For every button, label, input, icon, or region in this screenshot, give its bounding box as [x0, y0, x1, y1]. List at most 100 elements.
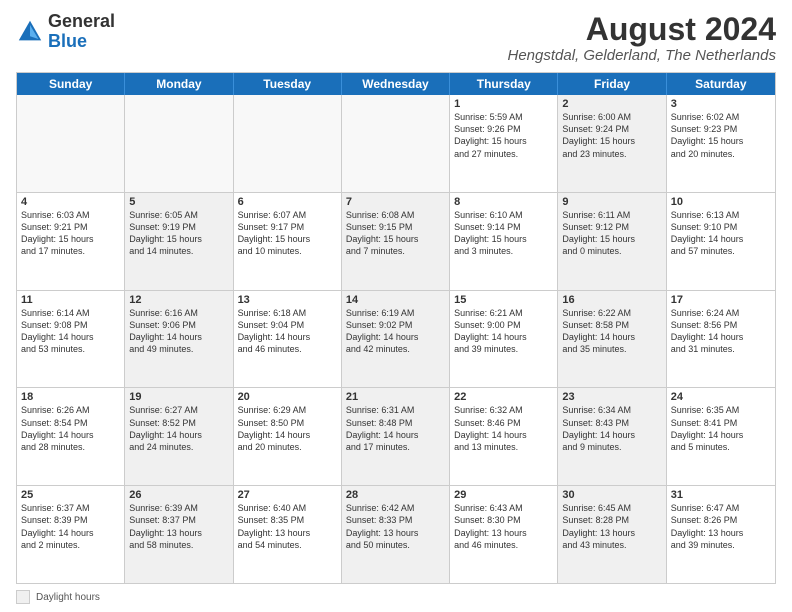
day-info: Sunrise: 6:05 AM Sunset: 9:19 PM Dayligh… [129, 209, 228, 258]
subtitle: Hengstdal, Gelderland, The Netherlands [508, 47, 777, 64]
header-cell-wednesday: Wednesday [342, 73, 450, 95]
header-cell-saturday: Saturday [667, 73, 775, 95]
calendar: SundayMondayTuesdayWednesdayThursdayFrid… [16, 72, 776, 584]
calendar-cell: 12Sunrise: 6:16 AM Sunset: 9:06 PM Dayli… [125, 291, 233, 388]
calendar-cell: 9Sunrise: 6:11 AM Sunset: 9:12 PM Daylig… [558, 193, 666, 290]
calendar-header: SundayMondayTuesdayWednesdayThursdayFrid… [17, 73, 775, 95]
day-info: Sunrise: 6:13 AM Sunset: 9:10 PM Dayligh… [671, 209, 771, 258]
day-number: 7 [346, 196, 445, 208]
calendar-cell [17, 95, 125, 192]
day-number: 9 [562, 196, 661, 208]
day-number: 27 [238, 489, 337, 501]
day-info: Sunrise: 6:42 AM Sunset: 8:33 PM Dayligh… [346, 502, 445, 551]
day-number: 21 [346, 391, 445, 403]
day-info: Sunrise: 6:22 AM Sunset: 8:58 PM Dayligh… [562, 307, 661, 356]
calendar-cell: 28Sunrise: 6:42 AM Sunset: 8:33 PM Dayli… [342, 486, 450, 583]
logo-general: General [48, 11, 115, 31]
day-info: Sunrise: 6:34 AM Sunset: 8:43 PM Dayligh… [562, 404, 661, 453]
header-cell-tuesday: Tuesday [234, 73, 342, 95]
day-number: 29 [454, 489, 553, 501]
day-info: Sunrise: 6:10 AM Sunset: 9:14 PM Dayligh… [454, 209, 553, 258]
day-info: Sunrise: 6:11 AM Sunset: 9:12 PM Dayligh… [562, 209, 661, 258]
header-cell-sunday: Sunday [17, 73, 125, 95]
calendar-cell: 8Sunrise: 6:10 AM Sunset: 9:14 PM Daylig… [450, 193, 558, 290]
calendar-row-1: 1Sunrise: 5:59 AM Sunset: 9:26 PM Daylig… [17, 95, 775, 192]
calendar-cell: 21Sunrise: 6:31 AM Sunset: 8:48 PM Dayli… [342, 388, 450, 485]
calendar-cell: 30Sunrise: 6:45 AM Sunset: 8:28 PM Dayli… [558, 486, 666, 583]
calendar-cell: 4Sunrise: 6:03 AM Sunset: 9:21 PM Daylig… [17, 193, 125, 290]
day-number: 3 [671, 98, 771, 110]
calendar-cell: 2Sunrise: 6:00 AM Sunset: 9:24 PM Daylig… [558, 95, 666, 192]
day-info: Sunrise: 6:47 AM Sunset: 8:26 PM Dayligh… [671, 502, 771, 551]
calendar-body: 1Sunrise: 5:59 AM Sunset: 9:26 PM Daylig… [17, 95, 775, 583]
logo-icon [16, 18, 44, 46]
day-number: 17 [671, 294, 771, 306]
day-number: 1 [454, 98, 553, 110]
main-title: August 2024 [508, 12, 777, 47]
day-number: 19 [129, 391, 228, 403]
calendar-row-4: 18Sunrise: 6:26 AM Sunset: 8:54 PM Dayli… [17, 387, 775, 485]
calendar-cell: 27Sunrise: 6:40 AM Sunset: 8:35 PM Dayli… [234, 486, 342, 583]
day-number: 20 [238, 391, 337, 403]
day-info: Sunrise: 6:35 AM Sunset: 8:41 PM Dayligh… [671, 404, 771, 453]
day-number: 28 [346, 489, 445, 501]
day-number: 12 [129, 294, 228, 306]
calendar-row-2: 4Sunrise: 6:03 AM Sunset: 9:21 PM Daylig… [17, 192, 775, 290]
day-info: Sunrise: 6:40 AM Sunset: 8:35 PM Dayligh… [238, 502, 337, 551]
header: General Blue August 2024 Hengstdal, Geld… [16, 12, 776, 64]
day-info: Sunrise: 6:02 AM Sunset: 9:23 PM Dayligh… [671, 111, 771, 160]
page: General Blue August 2024 Hengstdal, Geld… [0, 0, 792, 612]
calendar-cell: 5Sunrise: 6:05 AM Sunset: 9:19 PM Daylig… [125, 193, 233, 290]
logo-blue: Blue [48, 31, 87, 51]
calendar-cell: 18Sunrise: 6:26 AM Sunset: 8:54 PM Dayli… [17, 388, 125, 485]
day-number: 31 [671, 489, 771, 501]
day-info: Sunrise: 6:37 AM Sunset: 8:39 PM Dayligh… [21, 502, 120, 551]
calendar-cell: 11Sunrise: 6:14 AM Sunset: 9:08 PM Dayli… [17, 291, 125, 388]
calendar-cell: 10Sunrise: 6:13 AM Sunset: 9:10 PM Dayli… [667, 193, 775, 290]
day-number: 5 [129, 196, 228, 208]
footer-label: Daylight hours [36, 592, 100, 603]
day-number: 10 [671, 196, 771, 208]
day-info: Sunrise: 6:32 AM Sunset: 8:46 PM Dayligh… [454, 404, 553, 453]
footer-note: Daylight hours [16, 590, 776, 604]
calendar-cell: 24Sunrise: 6:35 AM Sunset: 8:41 PM Dayli… [667, 388, 775, 485]
day-info: Sunrise: 6:31 AM Sunset: 8:48 PM Dayligh… [346, 404, 445, 453]
title-block: August 2024 Hengstdal, Gelderland, The N… [508, 12, 777, 64]
day-info: Sunrise: 5:59 AM Sunset: 9:26 PM Dayligh… [454, 111, 553, 160]
calendar-cell: 15Sunrise: 6:21 AM Sunset: 9:00 PM Dayli… [450, 291, 558, 388]
calendar-cell: 31Sunrise: 6:47 AM Sunset: 8:26 PM Dayli… [667, 486, 775, 583]
day-number: 4 [21, 196, 120, 208]
calendar-cell: 13Sunrise: 6:18 AM Sunset: 9:04 PM Dayli… [234, 291, 342, 388]
day-number: 13 [238, 294, 337, 306]
shaded-box [16, 590, 30, 604]
calendar-cell: 1Sunrise: 5:59 AM Sunset: 9:26 PM Daylig… [450, 95, 558, 192]
calendar-cell: 22Sunrise: 6:32 AM Sunset: 8:46 PM Dayli… [450, 388, 558, 485]
calendar-cell: 6Sunrise: 6:07 AM Sunset: 9:17 PM Daylig… [234, 193, 342, 290]
day-info: Sunrise: 6:08 AM Sunset: 9:15 PM Dayligh… [346, 209, 445, 258]
day-info: Sunrise: 6:45 AM Sunset: 8:28 PM Dayligh… [562, 502, 661, 551]
day-info: Sunrise: 6:19 AM Sunset: 9:02 PM Dayligh… [346, 307, 445, 356]
day-number: 8 [454, 196, 553, 208]
calendar-cell: 29Sunrise: 6:43 AM Sunset: 8:30 PM Dayli… [450, 486, 558, 583]
calendar-row-5: 25Sunrise: 6:37 AM Sunset: 8:39 PM Dayli… [17, 485, 775, 583]
calendar-cell [234, 95, 342, 192]
day-number: 24 [671, 391, 771, 403]
day-info: Sunrise: 6:07 AM Sunset: 9:17 PM Dayligh… [238, 209, 337, 258]
header-cell-thursday: Thursday [450, 73, 558, 95]
day-info: Sunrise: 6:24 AM Sunset: 8:56 PM Dayligh… [671, 307, 771, 356]
day-number: 25 [21, 489, 120, 501]
logo-text: General Blue [48, 12, 115, 52]
day-info: Sunrise: 6:29 AM Sunset: 8:50 PM Dayligh… [238, 404, 337, 453]
day-number: 2 [562, 98, 661, 110]
day-info: Sunrise: 6:43 AM Sunset: 8:30 PM Dayligh… [454, 502, 553, 551]
day-info: Sunrise: 6:14 AM Sunset: 9:08 PM Dayligh… [21, 307, 120, 356]
calendar-cell: 17Sunrise: 6:24 AM Sunset: 8:56 PM Dayli… [667, 291, 775, 388]
calendar-cell: 23Sunrise: 6:34 AM Sunset: 8:43 PM Dayli… [558, 388, 666, 485]
calendar-cell: 3Sunrise: 6:02 AM Sunset: 9:23 PM Daylig… [667, 95, 775, 192]
calendar-cell: 20Sunrise: 6:29 AM Sunset: 8:50 PM Dayli… [234, 388, 342, 485]
calendar-cell: 14Sunrise: 6:19 AM Sunset: 9:02 PM Dayli… [342, 291, 450, 388]
calendar-cell [342, 95, 450, 192]
day-number: 15 [454, 294, 553, 306]
calendar-cell: 19Sunrise: 6:27 AM Sunset: 8:52 PM Dayli… [125, 388, 233, 485]
header-cell-friday: Friday [558, 73, 666, 95]
